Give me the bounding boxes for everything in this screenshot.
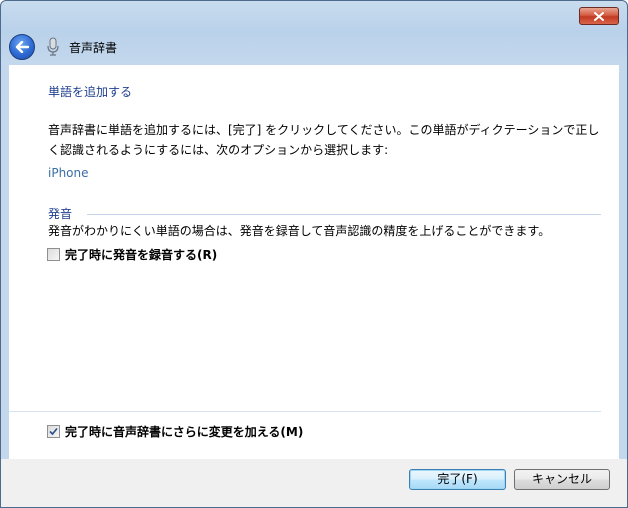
finish-button[interactable]: 完了(F) <box>409 469 506 490</box>
record-pronunciation-option[interactable]: 完了時に発音を録音する(R) <box>47 246 217 263</box>
cancel-button[interactable]: キャンセル <box>514 469 610 490</box>
pronunciation-description: 発音がわかりにくい単語の場合は、発音を録音して音声認識の精度を上げることができま… <box>48 224 551 238</box>
more-changes-checkbox[interactable] <box>47 425 60 438</box>
word-value: iPhone <box>48 166 89 180</box>
speech-dictionary-window: 音声辞書 単語を追加する 音声辞書に単語を追加するには、[完了] をクリックして… <box>0 0 628 508</box>
record-pronunciation-checkbox[interactable] <box>47 248 60 261</box>
window-title: 音声辞書 <box>69 41 118 55</box>
microphone-icon <box>47 37 59 56</box>
back-button[interactable] <box>9 34 35 60</box>
title-bar[interactable] <box>1 1 627 31</box>
back-arrow-icon <box>15 41 29 53</box>
more-changes-label: 完了時に音声辞書にさらに変更を加える(M) <box>65 425 304 439</box>
content-panel: 単語を追加する 音声辞書に単語を追加するには、[完了] をクリックしてください。… <box>9 65 619 459</box>
bottom-divider <box>9 411 601 412</box>
button-bar: 完了(F) キャンセル <box>1 459 627 507</box>
close-icon <box>594 11 604 21</box>
more-changes-option[interactable]: 完了時に音声辞書にさらに変更を加える(M) <box>47 423 303 440</box>
instructions-text: 音声辞書に単語を追加するには、[完了] をクリックしてください。この単語がディク… <box>48 123 600 157</box>
record-pronunciation-label: 完了時に発音を録音する(R) <box>65 248 218 262</box>
close-button[interactable] <box>579 7 619 25</box>
pronunciation-section-title: 発音 <box>48 207 73 221</box>
navigation-bar: 音声辞書 <box>1 31 627 65</box>
page-heading: 単語を追加する <box>48 85 133 99</box>
checkmark-icon <box>49 427 58 436</box>
section-divider <box>87 214 601 215</box>
